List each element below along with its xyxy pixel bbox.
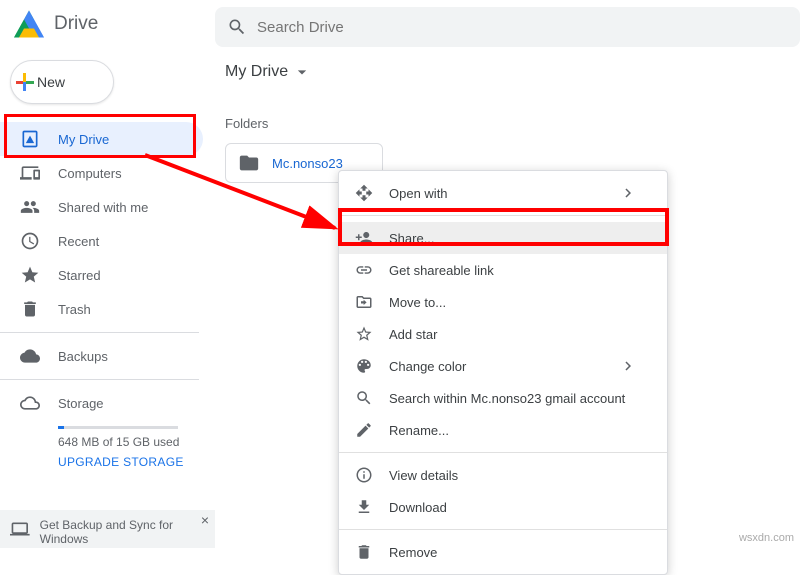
laptop-icon (10, 518, 30, 540)
menu-label: Get shareable link (389, 263, 494, 278)
close-icon[interactable]: × (201, 512, 209, 528)
sidebar-item-label: Shared with me (58, 200, 148, 215)
search-bar[interactable] (215, 7, 800, 47)
menu-download[interactable]: Download (339, 491, 667, 523)
move-icon (355, 293, 373, 311)
menu-label: Add star (389, 327, 437, 342)
menu-label: Remove (389, 545, 437, 560)
sidebar-item-shared[interactable]: Shared with me (0, 190, 203, 224)
shared-icon (20, 197, 40, 217)
menu-get-link[interactable]: Get shareable link (339, 254, 667, 286)
chevron-right-icon (619, 184, 637, 202)
menu-add-star[interactable]: Add star (339, 318, 667, 350)
cloud-icon (20, 393, 40, 413)
info-icon (355, 466, 373, 484)
upgrade-storage-link[interactable]: UPGRADE STORAGE (58, 455, 215, 469)
context-menu: Open with Share... Get shareable link Mo… (338, 170, 668, 575)
menu-divider (339, 452, 667, 453)
sidebar-item-label: Starred (58, 268, 101, 283)
divider (0, 379, 199, 380)
sidebar: New My Drive Computers Shared with me Re… (0, 48, 215, 548)
logo-area[interactable]: Drive (0, 9, 215, 39)
sidebar-item-label: My Drive (58, 132, 109, 147)
chevron-down-icon (292, 62, 312, 82)
menu-label: Change color (389, 359, 466, 374)
folder-name: Mc.nonso23 (272, 156, 343, 171)
storage-bar (58, 426, 178, 429)
app-title: Drive (54, 13, 98, 35)
drive-icon (20, 129, 40, 149)
menu-open-with[interactable]: Open with (339, 177, 667, 209)
menu-label: View details (389, 468, 458, 483)
computers-icon (20, 163, 40, 183)
folder-icon (238, 152, 260, 174)
sidebar-item-label: Trash (58, 302, 91, 317)
star-outline-icon (355, 325, 373, 343)
menu-view-details[interactable]: View details (339, 459, 667, 491)
chevron-right-icon (619, 357, 637, 375)
new-button-label: New (37, 74, 65, 90)
search-icon (355, 389, 373, 407)
drive-logo-icon (14, 9, 44, 39)
search-input[interactable] (257, 19, 457, 36)
menu-search-within[interactable]: Search within Mc.nonso23 gmail account (339, 382, 667, 414)
menu-change-color[interactable]: Change color (339, 350, 667, 382)
palette-icon (355, 357, 373, 375)
backups-icon (20, 346, 40, 366)
menu-label: Download (389, 500, 447, 515)
sidebar-item-trash[interactable]: Trash (0, 292, 203, 326)
recent-icon (20, 231, 40, 251)
search-icon (227, 17, 247, 37)
sidebar-item-label: Backups (58, 349, 108, 364)
new-button[interactable]: New (10, 60, 114, 104)
sidebar-item-computers[interactable]: Computers (0, 156, 203, 190)
menu-label: Rename... (389, 423, 449, 438)
edit-icon (355, 421, 373, 439)
sidebar-item-storage[interactable]: Storage (0, 386, 203, 420)
trash-icon (20, 299, 40, 319)
sidebar-item-recent[interactable]: Recent (0, 224, 203, 258)
sidebar-item-label: Computers (58, 166, 122, 181)
menu-label: Search within Mc.nonso23 gmail account (389, 391, 625, 406)
menu-label: Share... (389, 231, 435, 246)
sidebar-item-label: Storage (58, 396, 104, 411)
delete-icon (355, 543, 373, 561)
menu-share[interactable]: Share... (339, 222, 667, 254)
menu-divider (339, 529, 667, 530)
promo-text: Get Backup and Sync for Windows (40, 518, 205, 546)
menu-move-to[interactable]: Move to... (339, 286, 667, 318)
breadcrumb-label: My Drive (225, 63, 288, 81)
star-icon (20, 265, 40, 285)
menu-label: Open with (389, 186, 448, 201)
menu-divider (339, 215, 667, 216)
sidebar-item-label: Recent (58, 234, 99, 249)
section-title: Folders (225, 116, 800, 131)
menu-remove[interactable]: Remove (339, 536, 667, 568)
sidebar-item-mydrive[interactable]: My Drive (0, 122, 203, 156)
divider (0, 332, 199, 333)
promo-banner[interactable]: Get Backup and Sync for Windows × (0, 510, 215, 548)
menu-label: Move to... (389, 295, 446, 310)
link-icon (355, 261, 373, 279)
sidebar-item-backups[interactable]: Backups (0, 339, 203, 373)
storage-used-text: 648 MB of 15 GB used (58, 435, 215, 449)
open-with-icon (355, 184, 373, 202)
breadcrumb[interactable]: My Drive (225, 62, 800, 82)
person-add-icon (355, 229, 373, 247)
download-icon (355, 498, 373, 516)
watermark: wsxdn.com (739, 532, 794, 544)
menu-rename[interactable]: Rename... (339, 414, 667, 446)
sidebar-item-starred[interactable]: Starred (0, 258, 203, 292)
